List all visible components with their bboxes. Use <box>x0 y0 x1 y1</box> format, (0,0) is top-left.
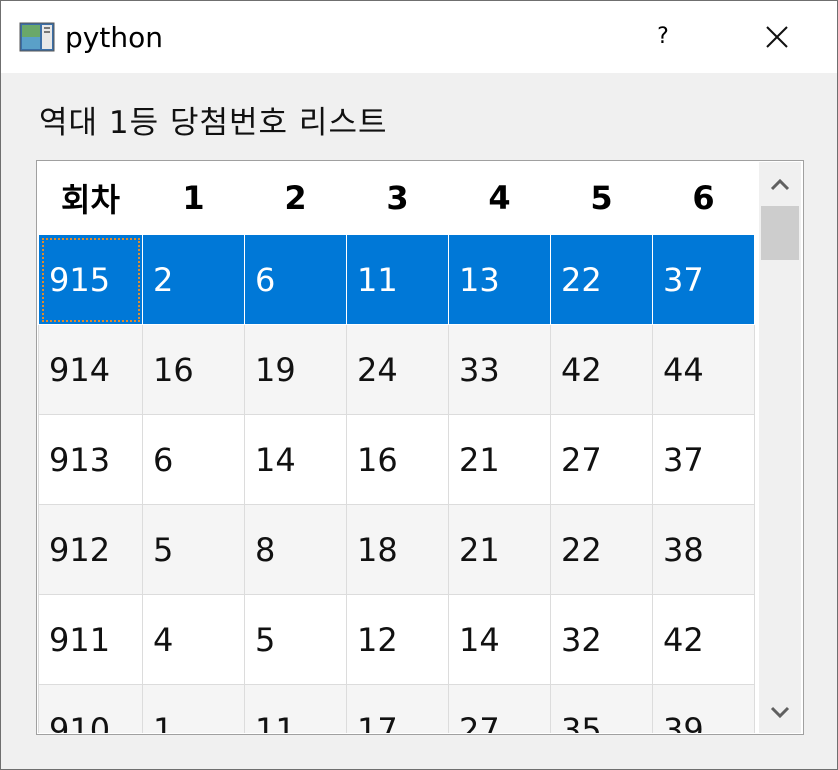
close-button[interactable] <box>749 13 805 61</box>
column-header-4[interactable]: 4 <box>448 162 551 235</box>
cell-number[interactable]: 6 <box>244 234 347 325</box>
cell-round[interactable]: 910 <box>38 684 143 733</box>
cell-number[interactable]: 5 <box>142 504 245 595</box>
table-row[interactable]: 914 16 19 24 33 42 44 <box>38 324 755 415</box>
window-title: python <box>65 21 163 54</box>
title-bar[interactable]: python ? <box>1 1 837 73</box>
cell-number[interactable]: 39 <box>652 684 755 733</box>
scroll-up-button[interactable] <box>759 164 801 204</box>
cell-number[interactable]: 19 <box>244 324 347 415</box>
cell-round[interactable]: 912 <box>38 504 143 595</box>
list-heading: 역대 1등 당첨번호 리스트 <box>39 105 388 141</box>
column-header-6[interactable]: 6 <box>652 162 755 235</box>
winning-numbers-table: 회차 1 2 3 4 5 6 915 2 6 11 13 22 37 914 1… <box>38 162 755 733</box>
cell-number[interactable]: 42 <box>652 594 755 685</box>
scroll-down-button[interactable] <box>759 693 801 733</box>
cell-number[interactable]: 24 <box>346 324 449 415</box>
cell-number[interactable]: 37 <box>652 234 755 325</box>
cell-number[interactable]: 16 <box>142 324 245 415</box>
table-row[interactable]: 913 6 14 16 21 27 37 <box>38 414 755 505</box>
cell-number[interactable]: 2 <box>142 234 245 325</box>
table-viewport: 회차 1 2 3 4 5 6 915 2 6 11 13 22 37 914 1… <box>38 162 758 733</box>
vertical-scrollbar[interactable] <box>759 162 801 733</box>
cell-number[interactable]: 33 <box>448 324 551 415</box>
help-button[interactable]: ? <box>641 15 685 59</box>
cell-number[interactable]: 18 <box>346 504 449 595</box>
cell-round[interactable]: 915 <box>38 234 143 325</box>
cell-number[interactable]: 13 <box>448 234 551 325</box>
cell-number[interactable]: 38 <box>652 504 755 595</box>
cell-number[interactable]: 27 <box>550 414 653 505</box>
cell-number[interactable]: 22 <box>550 234 653 325</box>
table-row[interactable]: 915 2 6 11 13 22 37 <box>38 234 755 325</box>
cell-round[interactable]: 914 <box>38 324 143 415</box>
close-icon <box>766 26 788 48</box>
table-row[interactable]: 912 5 8 18 21 22 38 <box>38 504 755 595</box>
cell-number[interactable]: 42 <box>550 324 653 415</box>
cell-number[interactable]: 27 <box>448 684 551 733</box>
cell-number[interactable]: 11 <box>244 684 347 733</box>
column-header-2[interactable]: 2 <box>244 162 347 235</box>
column-header-5[interactable]: 5 <box>550 162 653 235</box>
cell-number[interactable]: 32 <box>550 594 653 685</box>
cell-number[interactable]: 12 <box>346 594 449 685</box>
cell-number[interactable]: 35 <box>550 684 653 733</box>
column-header-1[interactable]: 1 <box>142 162 245 235</box>
column-header-3[interactable]: 3 <box>346 162 449 235</box>
header-row: 회차 1 2 3 4 5 6 <box>38 162 755 235</box>
table-row[interactable]: 911 4 5 12 14 32 42 <box>38 594 755 685</box>
column-header-round[interactable]: 회차 <box>38 162 143 235</box>
cell-round[interactable]: 911 <box>38 594 143 685</box>
cell-number[interactable]: 44 <box>652 324 755 415</box>
cell-number[interactable]: 17 <box>346 684 449 733</box>
cell-number[interactable]: 16 <box>346 414 449 505</box>
cell-number[interactable]: 14 <box>448 594 551 685</box>
cell-number[interactable]: 5 <box>244 594 347 685</box>
cell-number[interactable]: 11 <box>346 234 449 325</box>
chevron-up-icon <box>770 178 790 191</box>
app-window: python ? 역대 1등 당첨번호 리스트 회차 1 2 3 4 5 6 9… <box>0 0 838 770</box>
chevron-down-icon <box>770 706 790 719</box>
cell-number[interactable]: 1 <box>142 684 245 733</box>
app-window-icon <box>19 22 55 52</box>
cell-number[interactable]: 37 <box>652 414 755 505</box>
cell-number[interactable]: 21 <box>448 504 551 595</box>
cell-number[interactable]: 4 <box>142 594 245 685</box>
cell-number[interactable]: 21 <box>448 414 551 505</box>
scroll-thumb[interactable] <box>761 206 799 260</box>
cell-number[interactable]: 22 <box>550 504 653 595</box>
cell-number[interactable]: 14 <box>244 414 347 505</box>
cell-round[interactable]: 913 <box>38 414 143 505</box>
cell-number[interactable]: 8 <box>244 504 347 595</box>
lotto-table[interactable]: 회차 1 2 3 4 5 6 915 2 6 11 13 22 37 914 1… <box>36 160 804 735</box>
table-row[interactable]: 910 1 11 17 27 35 39 <box>38 684 755 733</box>
cell-number[interactable]: 6 <box>142 414 245 505</box>
